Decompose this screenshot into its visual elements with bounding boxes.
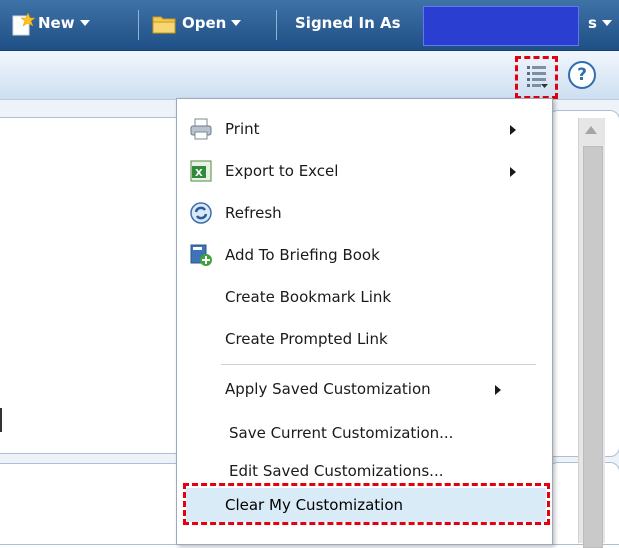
excel-icon: X	[190, 160, 212, 182]
clear-customization-highlight	[183, 483, 550, 525]
menu-item-label: Create Prompted Link	[225, 330, 388, 348]
menu-item-create-bookmark-link[interactable]: Create Bookmark Link	[177, 277, 552, 317]
user-menu-button[interactable]: s	[588, 14, 612, 32]
menu-item-label: Edit Saved Customizations...	[229, 462, 444, 480]
vertical-scrollbar[interactable]	[578, 118, 605, 548]
menu-item-apply-saved-customization[interactable]: Apply Saved Customization	[177, 369, 552, 409]
open-label: Open	[182, 14, 227, 32]
menu-item-label: Add To Briefing Book	[225, 246, 380, 264]
submenu-arrow-icon	[495, 385, 501, 395]
chevron-down-icon	[231, 20, 242, 26]
topbar-separator	[276, 10, 277, 40]
signed-in-label: Signed In As	[295, 14, 401, 32]
menu-item-label: Apply Saved Customization	[225, 380, 431, 398]
open-menu-button[interactable]: Open	[182, 14, 242, 32]
menu-item-label: Create Bookmark Link	[225, 288, 392, 306]
top-navigation-bar: New Open Signed In As s	[0, 0, 619, 51]
new-label: New	[38, 14, 75, 32]
scroll-up-arrow-icon[interactable]	[585, 126, 597, 134]
svg-text:X: X	[195, 168, 203, 179]
menu-item-label: Save Current Customization...	[229, 424, 454, 442]
menu-item-label: Refresh	[225, 204, 282, 222]
menu-item-print[interactable]: Print	[177, 109, 552, 149]
menu-item-label: Print	[225, 120, 260, 138]
new-document-icon	[12, 12, 36, 36]
menu-separator	[221, 364, 536, 365]
menu-item-export-to-excel[interactable]: X Export to Excel	[177, 151, 552, 191]
page-options-icon[interactable]	[525, 64, 549, 90]
menu-item-add-to-briefing-book[interactable]: Add To Briefing Book	[177, 235, 552, 275]
signed-in-user-redacted	[423, 6, 579, 46]
chevron-down-icon	[601, 20, 612, 26]
submenu-arrow-icon	[510, 125, 516, 135]
printer-icon	[190, 118, 212, 140]
new-menu-button[interactable]: New	[38, 14, 90, 32]
scrollbar-thumb[interactable]	[583, 146, 603, 548]
submenu-arrow-icon	[510, 167, 516, 177]
chevron-down-icon	[79, 20, 90, 26]
menu-item-refresh[interactable]: Refresh	[177, 193, 552, 233]
folder-icon	[152, 16, 176, 34]
menu-item-label: Export to Excel	[225, 162, 339, 180]
menu-item-create-prompted-link[interactable]: Create Prompted Link	[177, 319, 552, 359]
page-options-menu: Print X Export to Excel Refresh Add To B…	[176, 98, 553, 545]
briefing-book-add-icon	[190, 244, 212, 266]
menu-item-save-current-customization[interactable]: Save Current Customization...	[177, 413, 552, 453]
refresh-icon	[190, 202, 212, 224]
help-icon[interactable]: ?	[568, 61, 596, 89]
topbar-separator	[138, 10, 139, 40]
